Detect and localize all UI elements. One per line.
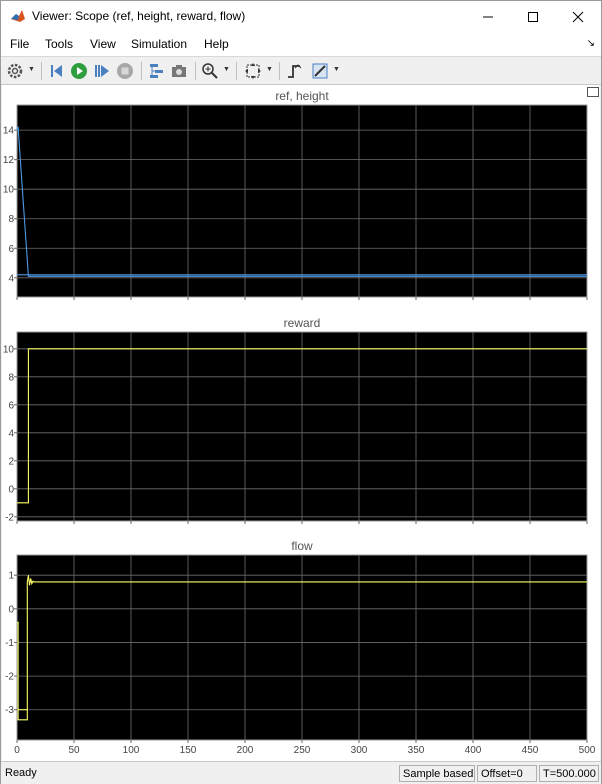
step-back-icon[interactable] bbox=[48, 62, 66, 80]
scope-plots: ref, height468101214reward-20246810flow0… bbox=[3, 89, 596, 756]
menu-tools[interactable]: Tools bbox=[45, 37, 73, 51]
highlight-block-icon[interactable] bbox=[147, 62, 165, 80]
stop-icon[interactable] bbox=[116, 62, 134, 80]
y-tick-label: 6 bbox=[8, 400, 14, 411]
minimize-button[interactable] bbox=[465, 1, 511, 32]
x-tick-label: 0 bbox=[14, 745, 20, 756]
x-tick-label: 300 bbox=[351, 745, 368, 756]
x-tick-label: 200 bbox=[237, 745, 254, 756]
y-tick-label: 14 bbox=[3, 126, 15, 137]
plot-title: flow bbox=[291, 539, 313, 553]
menu-dock-arrow-icon[interactable]: ↘ bbox=[587, 38, 595, 49]
window-title: Viewer: Scope (ref, height, reward, flow… bbox=[32, 9, 246, 23]
step-forward-icon[interactable] bbox=[93, 62, 111, 80]
maximize-button[interactable] bbox=[510, 1, 556, 32]
y-tick-label: 2 bbox=[8, 456, 14, 467]
snapshot-icon[interactable] bbox=[170, 62, 188, 80]
x-tick-label: 500 bbox=[579, 745, 596, 756]
toolbar-separator bbox=[141, 62, 142, 80]
y-tick-label: 12 bbox=[3, 155, 15, 166]
menu-help[interactable]: Help bbox=[204, 37, 229, 51]
toolbar-separator bbox=[41, 62, 42, 80]
status-sample-mode: Sample based bbox=[399, 765, 475, 782]
maximize-icon bbox=[528, 11, 538, 22]
y-tick-label: -2 bbox=[5, 512, 14, 523]
y-tick-label: 0 bbox=[8, 604, 14, 615]
menu-bar: File Tools View Simulation Help ↘ bbox=[1, 32, 601, 56]
x-tick-label: 400 bbox=[465, 745, 482, 756]
x-tick-label: 50 bbox=[68, 745, 80, 756]
measure-icon[interactable] bbox=[311, 62, 329, 80]
menu-file[interactable]: File bbox=[10, 37, 29, 51]
status-offset: Offset=0 bbox=[477, 765, 537, 782]
toolbar-separator bbox=[279, 62, 280, 80]
title-bar: Viewer: Scope (ref, height, reward, flow… bbox=[1, 1, 601, 32]
y-tick-label: 4 bbox=[8, 273, 14, 284]
autoscale-icon[interactable] bbox=[244, 62, 262, 80]
y-tick-label: 8 bbox=[8, 372, 14, 383]
toolbar: ▼ ▼ ▼ ▼ bbox=[1, 56, 601, 85]
y-tick-label: 4 bbox=[8, 428, 14, 439]
gear-dropdown-icon[interactable]: ▼ bbox=[28, 66, 35, 73]
plot-title: reward bbox=[284, 316, 321, 330]
y-tick-label: 1 bbox=[8, 571, 14, 582]
scope-display: ref, height 4 6 8 10 12 14 reward -2 0 2 4 6 8 10 flow 0… bbox=[2, 85, 600, 761]
y-tick-label: 6 bbox=[8, 244, 14, 255]
status-time: T=500.000 bbox=[539, 765, 599, 782]
x-tick-label: 150 bbox=[180, 745, 197, 756]
plot-title: ref, height bbox=[275, 89, 329, 103]
toolbar-separator bbox=[195, 62, 196, 80]
y-tick-label: 0 bbox=[8, 484, 14, 495]
trigger-icon[interactable] bbox=[286, 62, 304, 80]
matlab-icon bbox=[11, 10, 25, 22]
minimize-icon bbox=[483, 16, 493, 17]
toolbar-separator bbox=[236, 62, 237, 80]
close-icon bbox=[572, 11, 584, 22]
y-tick-label: 8 bbox=[8, 214, 14, 225]
x-tick-label: 350 bbox=[408, 745, 425, 756]
undock-icon[interactable] bbox=[587, 87, 599, 97]
scope-window: Viewer: Scope (ref, height, reward, flow… bbox=[0, 0, 602, 784]
run-icon[interactable] bbox=[70, 62, 88, 80]
x-tick-label: 450 bbox=[522, 745, 539, 756]
y-tick-label: -2 bbox=[5, 672, 14, 683]
menu-simulation[interactable]: Simulation bbox=[131, 37, 187, 51]
autoscale-dropdown-icon[interactable]: ▼ bbox=[266, 66, 273, 73]
y-tick-label: -1 bbox=[5, 638, 14, 649]
x-tick-label: 100 bbox=[123, 745, 140, 756]
zoom-dropdown-icon[interactable]: ▼ bbox=[223, 66, 230, 73]
y-tick-label: 10 bbox=[3, 185, 15, 196]
y-tick-label: 10 bbox=[3, 344, 15, 355]
x-tick-label: 250 bbox=[294, 745, 311, 756]
gear-icon[interactable] bbox=[6, 62, 24, 80]
close-button[interactable] bbox=[555, 1, 601, 32]
y-tick-label: -3 bbox=[5, 705, 14, 716]
status-ready: Ready bbox=[5, 767, 37, 779]
zoom-icon[interactable] bbox=[201, 62, 219, 80]
measure-dropdown-icon[interactable]: ▼ bbox=[333, 66, 340, 73]
status-bar: Ready Sample based Offset=0 T=500.000 bbox=[1, 761, 601, 784]
menu-view[interactable]: View bbox=[90, 37, 116, 51]
